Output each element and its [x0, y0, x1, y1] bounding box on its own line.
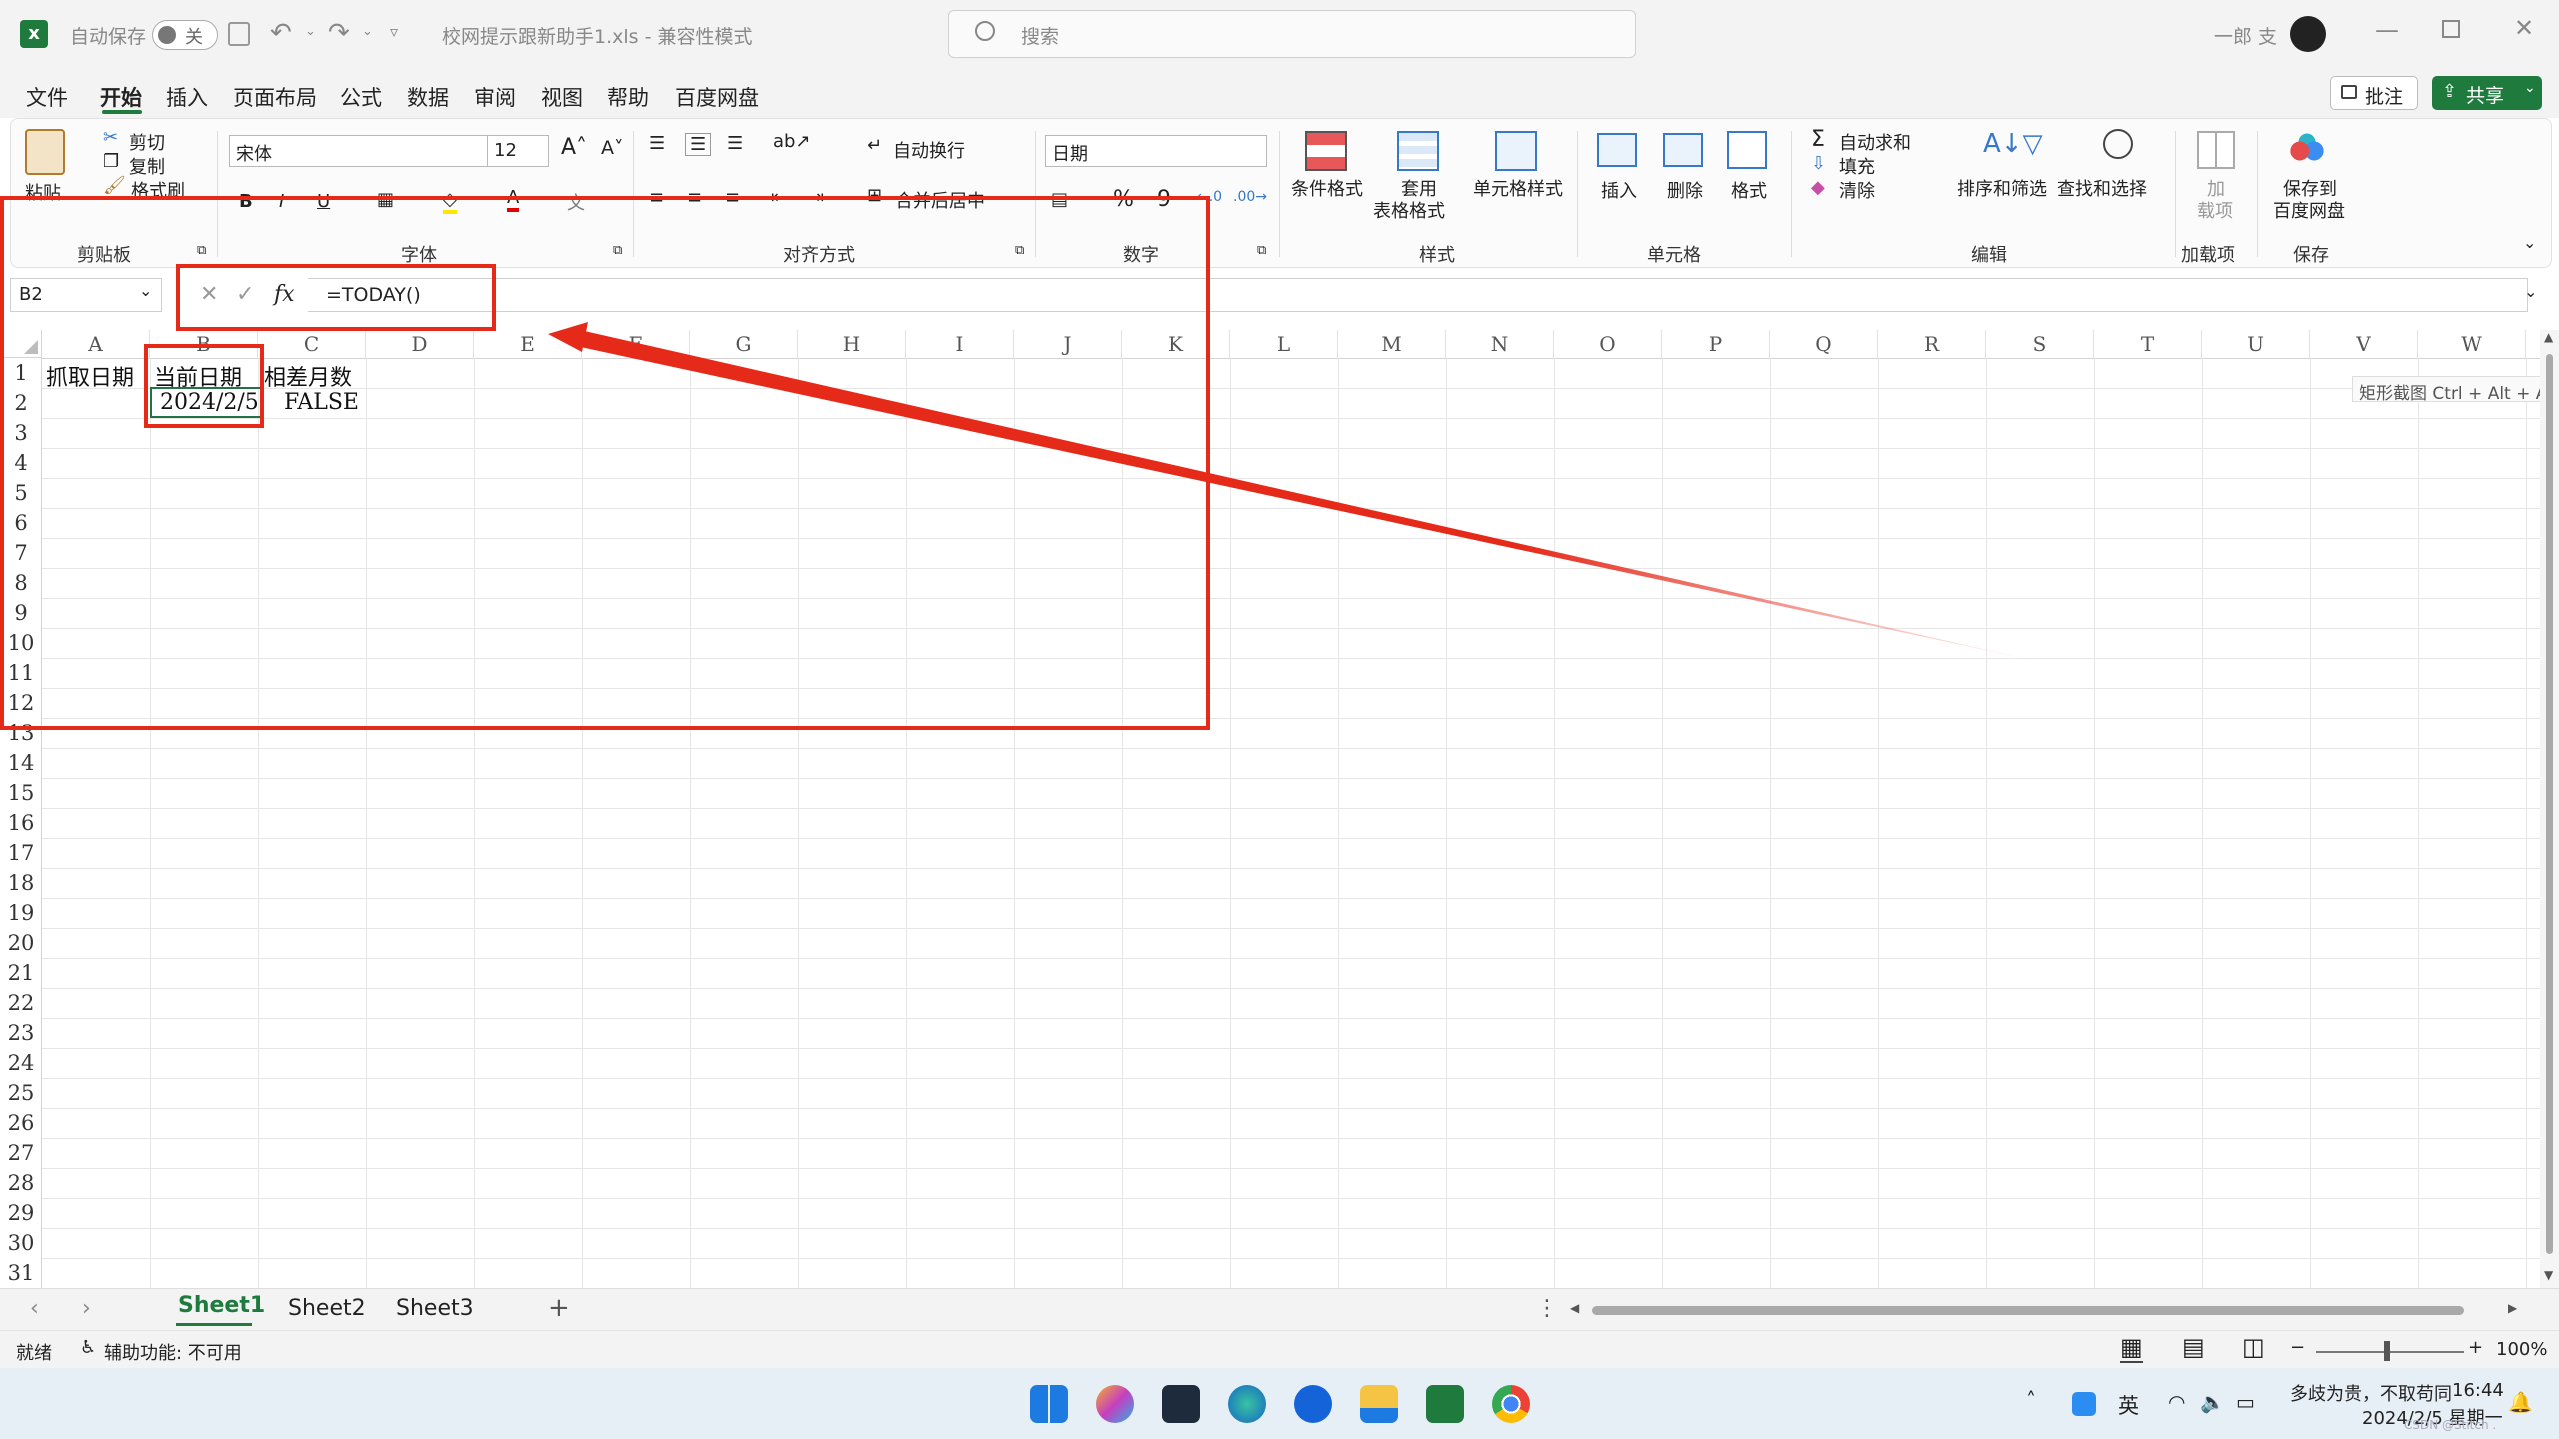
page-layout-view-icon[interactable]: ▤ [2182, 1333, 2205, 1361]
csdn-watermark: CSDN @Stitch . [2404, 1418, 2497, 1432]
notification-bell-icon[interactable]: 🔔 [2508, 1390, 2533, 1414]
status-ready: 就绪 [16, 1343, 52, 1364]
ime-indicator[interactable]: 英 [2118, 1390, 2139, 1420]
sheet-tab-sheet1[interactable]: Sheet1 [178, 1293, 265, 1318]
ub-app-icon[interactable] [1294, 1385, 1332, 1423]
tray-expand-icon[interactable]: ˄ [2026, 1388, 2036, 1412]
zoom-level[interactable]: 100% [2496, 1339, 2547, 1360]
sheet-tab-sheet3[interactable]: Sheet3 [396, 1296, 474, 1321]
copilot-icon[interactable] [1096, 1385, 1134, 1423]
accessibility-icon: ♿ [80, 1337, 97, 1358]
clock-time[interactable]: 16:44 [2452, 1380, 2504, 1401]
file-explorer-icon[interactable] [1360, 1385, 1398, 1423]
zoom-slider-thumb[interactable] [2384, 1341, 2390, 1361]
zoom-slider-track[interactable] [2316, 1351, 2464, 1353]
zoom-in-button[interactable]: + [2468, 1337, 2483, 1358]
scroll-right-icon[interactable]: ▶ [2508, 1301, 2517, 1315]
horizontal-scroll-thumb[interactable] [1592, 1306, 2464, 1315]
battery-icon[interactable]: ▭ [2236, 1390, 2255, 1414]
annotation-arrow [548, 322, 2040, 662]
tray-app-icon[interactable] [2072, 1392, 2096, 1416]
zoom-out-button[interactable]: − [2290, 1337, 2305, 1358]
volume-icon[interactable]: 🔈 [2200, 1390, 2225, 1414]
cat-app-icon[interactable] [1162, 1385, 1200, 1423]
scroll-left-icon[interactable]: ◀ [1570, 1301, 1579, 1315]
horizontal-scrollbar[interactable]: ◀ ▶ [1570, 1301, 2520, 1319]
sheet-tab-bar: ‹ › Sheet1 Sheet2 Sheet3 + ⋮ ◀ ▶ [0, 1288, 2559, 1331]
page-break-view-icon[interactable]: ◫ [2242, 1333, 2265, 1361]
chrome-icon[interactable] [1492, 1385, 1530, 1423]
normal-view-icon[interactable]: ▦ [2120, 1333, 2143, 1363]
excel-taskbar-icon[interactable] [1426, 1385, 1464, 1423]
prev-sheet-icon[interactable]: ‹ [30, 1296, 39, 1321]
edge-icon[interactable] [1228, 1385, 1266, 1423]
active-sheet-underline [176, 1323, 252, 1326]
add-sheet-button[interactable]: + [548, 1293, 570, 1323]
wifi-icon[interactable]: ◠ [2168, 1390, 2185, 1414]
tray-notice-text: 多歧为贵，不取苟同 [2290, 1384, 2452, 1405]
start-icon[interactable] [1030, 1385, 1068, 1423]
sheet-tab-sheet2[interactable]: Sheet2 [288, 1296, 366, 1321]
next-sheet-icon[interactable]: › [82, 1296, 91, 1321]
accessibility-status[interactable]: 辅助功能: 不可用 [104, 1339, 242, 1365]
more-options-icon[interactable]: ⋮ [1536, 1296, 1558, 1321]
status-bar: 就绪 ♿ 辅助功能: 不可用 ▦ ▤ ◫ − + 100% [0, 1330, 2559, 1369]
